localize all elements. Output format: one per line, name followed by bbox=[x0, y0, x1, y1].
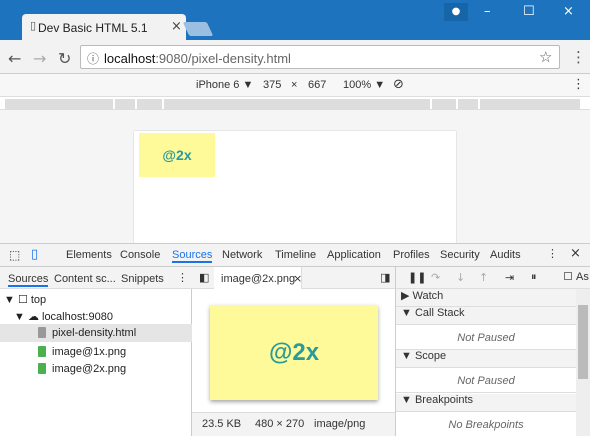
tab-console[interactable]: Console bbox=[120, 249, 160, 261]
url-host: localhost bbox=[104, 51, 156, 66]
tab-network[interactable]: Network bbox=[222, 249, 262, 261]
breakpoints-status: No Breakpoints bbox=[448, 419, 524, 431]
breakpoints-label: Breakpoints bbox=[414, 394, 474, 406]
tree-top[interactable]: ▼ ☐ top bbox=[4, 293, 46, 306]
call-stack-status: Not Paused bbox=[396, 326, 576, 350]
async-checkbox[interactable] bbox=[564, 272, 572, 280]
device-label: iPhone 6 bbox=[196, 79, 240, 91]
image-dimensions: 480 × 270 bbox=[255, 418, 305, 430]
subtab-sources[interactable]: Sources bbox=[8, 273, 49, 287]
tab-sources[interactable]: Sources bbox=[172, 249, 213, 263]
step-over-icon: ↷ bbox=[431, 271, 441, 284]
toggle-navigator-icon[interactable]: ◧ bbox=[199, 271, 209, 284]
mime-type: image/png bbox=[314, 418, 366, 430]
watch-section[interactable]: ▶ Watch bbox=[396, 289, 576, 307]
tab-application[interactable]: Application bbox=[327, 249, 381, 261]
rotate-icon[interactable]: ⊘ bbox=[393, 77, 404, 92]
tree-image-1x[interactable]: image@1x.png bbox=[52, 346, 126, 358]
tab-audits[interactable]: Audits bbox=[490, 249, 521, 261]
device-icon[interactable]: ▯ bbox=[31, 247, 38, 262]
device-select[interactable]: iPhone 6 ▼ bbox=[196, 79, 253, 91]
tab-security[interactable]: Security bbox=[440, 249, 480, 261]
html-file-icon bbox=[38, 327, 46, 338]
devtools-menu-icon[interactable]: ⋮ bbox=[547, 247, 558, 260]
tab-elements[interactable]: Elements bbox=[66, 249, 112, 261]
subtab-content-scripts[interactable]: Content sc... bbox=[54, 273, 116, 285]
tree-image-2x[interactable]: image@2x.png bbox=[52, 363, 126, 375]
navigator-menu-icon[interactable]: ⋮ bbox=[177, 271, 188, 284]
close-icon[interactable]: × bbox=[563, 4, 574, 19]
tree-localhost-label: localhost:9080 bbox=[42, 311, 113, 323]
deactivate-breakpoints-icon[interactable]: ⇥ bbox=[505, 271, 514, 284]
star-icon[interactable]: ☆ bbox=[539, 48, 552, 66]
info-icon[interactable]: ⓘ bbox=[87, 50, 99, 67]
debugger-scroll-thumb[interactable] bbox=[578, 305, 588, 379]
dimension-separator: × bbox=[291, 79, 298, 91]
tab-title: Dev Basic HTML 5.1 bbox=[38, 21, 148, 35]
url-path: :9080/pixel-density.html bbox=[155, 51, 291, 66]
async-label: As bbox=[576, 271, 589, 283]
user-icon[interactable]: ● bbox=[444, 3, 468, 21]
forward-icon: → bbox=[33, 49, 47, 68]
file-size: 23.5 KB bbox=[202, 418, 242, 430]
scope-section[interactable]: ▼ Scope bbox=[396, 350, 576, 368]
tab-close-icon[interactable]: × bbox=[171, 19, 182, 34]
media-query-ruler bbox=[0, 96, 590, 110]
open-file-name: image@2x.png bbox=[221, 273, 296, 285]
device-menu-icon[interactable]: ⋮ bbox=[572, 77, 585, 92]
height-field[interactable]: 667 bbox=[308, 79, 326, 91]
reload-icon[interactable]: ↻ bbox=[58, 49, 71, 68]
step-out-icon: ↑ bbox=[479, 271, 489, 284]
url-text: localhost:9080/pixel-density.html bbox=[104, 51, 291, 66]
pause-on-exception-icon[interactable]: ⏸ bbox=[531, 270, 537, 284]
call-stack-section[interactable]: ▼ Call Stack bbox=[396, 307, 576, 325]
scope-status: Not Paused bbox=[396, 369, 576, 393]
image-file-icon bbox=[38, 363, 46, 374]
file-close-icon[interactable]: × bbox=[293, 272, 302, 285]
call-stack-label: Call Stack bbox=[414, 307, 465, 319]
step-into-icon: ↓ bbox=[456, 271, 466, 284]
large-image: @2x bbox=[210, 305, 378, 400]
tree-top-label: top bbox=[30, 294, 47, 306]
minimize-icon[interactable]: – bbox=[484, 4, 491, 19]
pause-icon[interactable]: ❚❚ bbox=[408, 271, 426, 284]
tree-localhost[interactable]: ▼ ☁ localhost:9080 bbox=[14, 310, 113, 323]
tab-profiles[interactable]: Profiles bbox=[393, 249, 430, 261]
width-field[interactable]: 375 bbox=[263, 79, 281, 91]
inspect-icon[interactable]: ⬚ bbox=[9, 248, 20, 262]
image-file-icon bbox=[38, 346, 46, 357]
watch-label: Watch bbox=[412, 290, 444, 302]
maximize-icon[interactable]: ☐ bbox=[523, 4, 535, 19]
zoom-label: 100% bbox=[343, 79, 372, 91]
tab-timeline[interactable]: Timeline bbox=[275, 249, 316, 261]
small-image: @2x bbox=[139, 133, 215, 177]
scope-label: Scope bbox=[414, 350, 447, 362]
menu-icon[interactable]: ⋮ bbox=[571, 48, 586, 66]
zoom-select[interactable]: 100% ▼ bbox=[343, 79, 385, 91]
devtools-close-icon[interactable]: × bbox=[570, 246, 581, 261]
back-icon[interactable]: ← bbox=[8, 49, 21, 68]
subtab-snippets[interactable]: Snippets bbox=[121, 273, 164, 285]
breakpoints-section[interactable]: ▼ Breakpoints bbox=[396, 394, 576, 412]
page-icon: ▯ bbox=[30, 19, 37, 32]
tree-pixel-density[interactable]: pixel-density.html bbox=[52, 327, 136, 339]
toggle-debugger-icon[interactable]: ◨ bbox=[380, 271, 390, 284]
